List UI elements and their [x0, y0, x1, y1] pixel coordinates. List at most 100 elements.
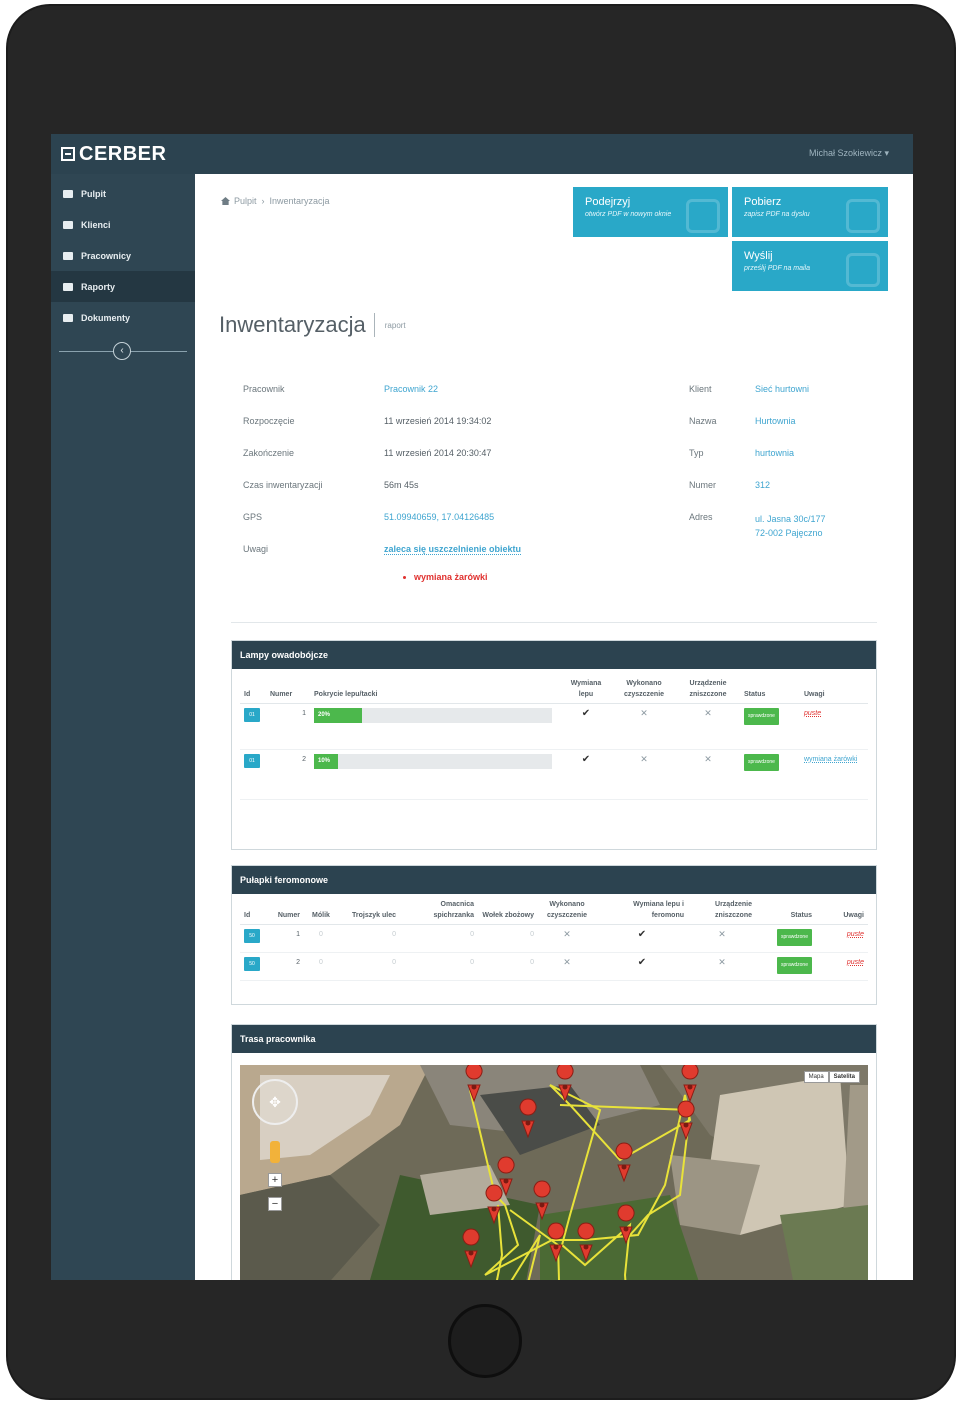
note-link[interactable]: puste — [804, 710, 821, 717]
column-header: Omacnica spichrzanka — [400, 896, 478, 925]
detail-row: GPS — [243, 512, 262, 522]
detail-value: Pracownik 22 — [384, 384, 438, 394]
detail-label: Rozpoczęcie — [243, 416, 295, 426]
column-header: Id — [240, 675, 266, 704]
detail-label: Numer — [689, 480, 717, 490]
table-cell: ✕ — [676, 703, 740, 750]
note-link[interactable]: puste — [847, 959, 864, 966]
detail-row: Pracownik — [243, 384, 285, 394]
traps-panel: Pułapki feromonowe Id Numer Mólik Trojsz… — [231, 865, 877, 1005]
address-line-1[interactable]: ul. Jasna 30c/177 — [755, 512, 826, 526]
bullet-icon — [403, 575, 406, 579]
route-map[interactable]: Mapa Satelita ✥ + − — [240, 1065, 868, 1280]
table-cell: sprawdzone — [740, 749, 800, 800]
table-cell: ✕ — [688, 924, 756, 953]
table-row: 50 1 0 0 0 0 ✕ ✔ ✕ sprawdzone puste — [240, 924, 868, 953]
detail-value: 56m 45s — [384, 480, 419, 490]
table-cell: sprawdzone — [756, 924, 816, 953]
sidebar-item-pulpit[interactable]: Pulpit — [51, 178, 195, 209]
detail-label: Uwagi — [243, 544, 269, 554]
name-link[interactable]: Hurtownia — [755, 416, 796, 426]
download-pdf-button[interactable]: Pobierz zapisz PDF na dysku — [732, 187, 888, 237]
id-badge[interactable]: 01 — [244, 708, 260, 722]
traps-table: Id Numer Mólik Trojszyk ulec Omacnica sp… — [240, 896, 868, 981]
send-pdf-button[interactable]: Wyślij prześlij PDF na maila — [732, 241, 888, 291]
column-header: Mólik — [304, 896, 338, 925]
table-cell: ✕ — [676, 749, 740, 800]
user-menu[interactable]: Michał Szokiewicz ▾ — [809, 148, 889, 159]
breadcrumb: Pulpit › Inwentaryzacja — [221, 196, 330, 206]
sidebar-item-klienci[interactable]: Klienci — [51, 209, 195, 240]
start-time: 11 wrzesień 2014 19:34:02 — [384, 416, 492, 426]
table-cell: ✔ — [560, 703, 612, 750]
main-content: Pulpit › Inwentaryzacja Podejrzyj otwórz… — [195, 174, 913, 1280]
cross-icon: ✕ — [640, 754, 648, 764]
type-link[interactable]: hurtownia — [755, 448, 794, 458]
page-subtitle: raport — [384, 320, 406, 330]
id-badge[interactable]: 50 — [244, 929, 260, 943]
detail-label: Zakończenie — [243, 448, 295, 458]
duration: 56m 45s — [384, 480, 419, 490]
table-cell: ✔ — [596, 952, 688, 981]
note-link[interactable]: wymiana żarówki — [804, 756, 857, 763]
cross-icon: ✕ — [640, 708, 648, 718]
chevron-left-icon[interactable]: ‹ — [113, 342, 131, 360]
map-marker-icon — [533, 1180, 551, 1221]
table-cell: 01 — [240, 703, 266, 750]
detail-row: Adres — [689, 512, 713, 522]
table-cell: 2 — [266, 952, 304, 981]
address-line-2[interactable]: 72-002 Pajęczno — [755, 526, 826, 540]
employee-link[interactable]: Pracownik 22 — [384, 384, 438, 394]
detail-label: GPS — [243, 512, 263, 522]
table-cell: 0 — [400, 952, 478, 981]
detail-row: Rozpoczęcie — [243, 416, 295, 426]
preview-pdf-button[interactable]: Podejrzyj otwórz PDF w nowym oknie — [573, 187, 728, 237]
sidebar-item-pracownicy[interactable]: Pracownicy — [51, 240, 195, 271]
table-cell: 0 — [400, 924, 478, 953]
map-marker-icon — [617, 1204, 635, 1245]
table-cell: 0 — [304, 952, 338, 981]
note-link[interactable]: puste — [847, 931, 864, 938]
lamps-panel-body: Id Numer Pokrycie lepu/tacki Wymiana lep… — [232, 669, 876, 808]
route-panel: Trasa pracownika Mapa Satelita ✥ + − — [231, 1024, 877, 1280]
column-header: Status — [756, 896, 816, 925]
notes-link[interactable]: zaleca się uszczelnienie obiektu — [384, 544, 522, 555]
sidebar-item-raporty[interactable]: Raporty — [51, 271, 195, 302]
client-link[interactable]: Sieć hurtowni — [755, 384, 809, 394]
column-header: Trojszyk ulec — [338, 896, 400, 925]
breadcrumb-home[interactable]: Pulpit — [234, 196, 257, 206]
gps-link[interactable]: 51.09940659, 17.04126485 — [384, 512, 494, 522]
table-cell: 01 — [240, 749, 266, 800]
coverage-fill: 20% — [314, 708, 362, 723]
number-link[interactable]: 312 — [755, 480, 770, 490]
column-header: Wymiana lepu i feromonu — [596, 896, 688, 925]
breadcrumb-current: Inwentaryzacja — [269, 196, 330, 206]
table-cell: ✕ — [538, 924, 596, 953]
breadcrumb-separator: › — [261, 196, 265, 206]
map-marker-icon — [547, 1222, 565, 1263]
detail-label: Klient — [689, 384, 712, 394]
tablet-home-button[interactable] — [448, 1304, 522, 1378]
route-markers — [462, 1065, 699, 1269]
title-divider — [373, 313, 375, 337]
traps-panel-title: Pułapki feromonowe — [232, 866, 876, 894]
table-cell: puste — [800, 703, 868, 750]
column-header: Uwagi — [816, 896, 868, 925]
detail-value: zaleca się uszczelnienie obiektu — [384, 544, 522, 555]
id-badge[interactable]: 50 — [244, 957, 260, 971]
table-cell: 0 — [478, 952, 538, 981]
column-header: Id — [240, 896, 266, 925]
check-icon: ✔ — [581, 754, 591, 765]
id-badge[interactable]: 01 — [244, 754, 260, 768]
map-marker-icon — [519, 1098, 537, 1139]
check-icon: ✔ — [581, 708, 591, 719]
sidebar-item-dokumenty[interactable]: Dokumenty — [51, 302, 195, 333]
table-cell: ✕ — [612, 703, 676, 750]
page-title: Inwentaryzacja — [219, 312, 366, 337]
cross-icon: ✕ — [718, 957, 726, 967]
logo[interactable]: CERBER — [61, 142, 166, 166]
sidebar-item-label: Dokumenty — [81, 312, 131, 323]
briefcase-icon — [63, 220, 73, 229]
end-time: 11 wrzesień 2014 20:30:47 — [384, 448, 492, 458]
column-header: Urządzenie zniszczone — [688, 896, 756, 925]
